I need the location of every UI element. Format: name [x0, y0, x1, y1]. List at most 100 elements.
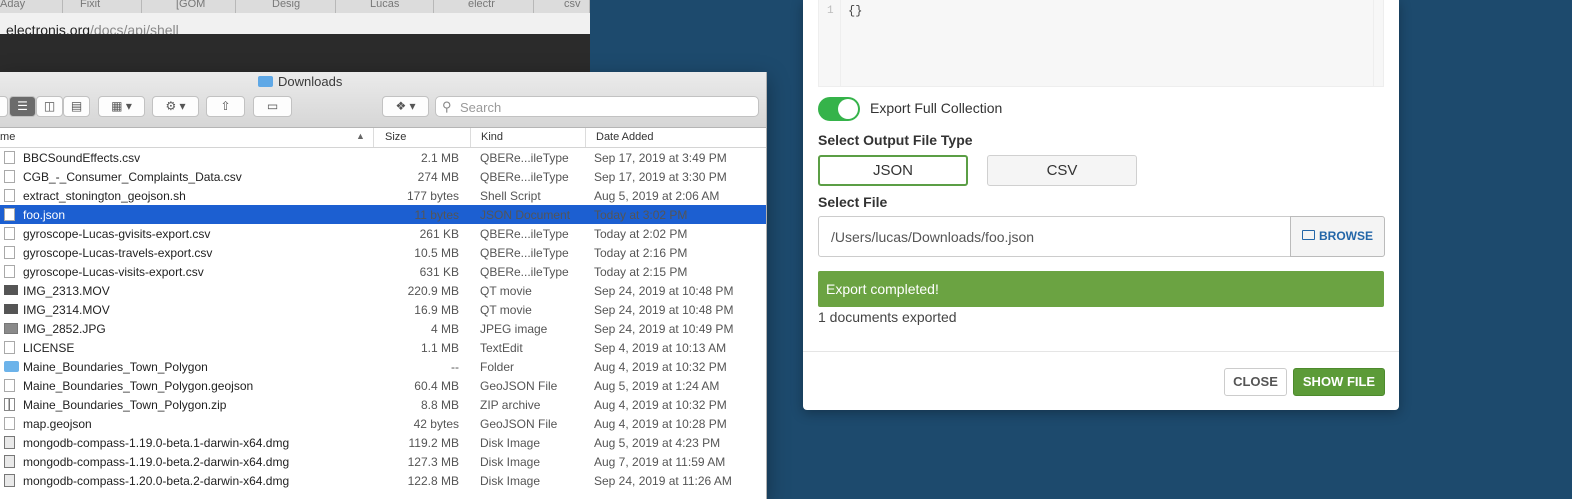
file-size: 119.2 MB — [408, 436, 459, 450]
dropbox-icon[interactable]: ❖ ▾ — [382, 96, 429, 117]
file-row[interactable]: gyroscope-Lucas-gvisits-export.csv 261 KB… — [0, 224, 766, 243]
success-banner: Export completed! — [818, 271, 1384, 307]
file-row[interactable]: gyroscope-Lucas-visits-export.csv 631 KB Q… — [0, 262, 766, 281]
icon-view-button[interactable] — [0, 96, 8, 117]
gear-icon[interactable]: ⚙ ▾ — [152, 96, 199, 117]
export-full-collection-toggle[interactable] — [818, 97, 860, 121]
browse-button[interactable]: BROWSE — [1290, 216, 1385, 257]
file-size: 2.1 MB — [420, 151, 459, 165]
group-by-button[interactable]: ▦ ▾ — [98, 96, 145, 117]
browser-tab[interactable]: Desig — [236, 0, 336, 13]
line-number: 1 — [827, 5, 834, 17]
file-kind: QBERe...ileType — [480, 170, 569, 184]
file-row[interactable]: extract_stonington_geojson.sh 177 bytes Sh… — [0, 186, 766, 205]
footer-divider — [803, 351, 1399, 352]
file-name: IMG_2313.MOV — [23, 284, 110, 298]
file-name: foo.json — [23, 208, 66, 222]
file-size: 127.3 MB — [407, 455, 459, 469]
file-name: extract_stonington_geojson.sh — [23, 189, 186, 203]
file-date-added: Today at 2:16 PM — [594, 246, 688, 260]
file-path-input[interactable]: /Users/lucas/Downloads/foo.json — [818, 216, 1292, 257]
file-size: 4 MB — [430, 322, 459, 336]
file-date-added: Today at 3:02 PM — [594, 208, 688, 222]
close-button[interactable]: CLOSE — [1224, 368, 1287, 396]
browser-tab[interactable]: [GOM — [142, 0, 236, 13]
file-name: IMG_2314.MOV — [23, 303, 110, 317]
list-view-button[interactable]: ☰ — [9, 96, 36, 117]
file-name: mongodb-compass-1.19.0-beta.1-darwin-x64… — [23, 436, 290, 450]
browser-tab[interactable]: Lucas — [336, 0, 434, 13]
column-date-added[interactable]: Date Added — [596, 131, 654, 143]
toggle-label: Export Full Collection — [870, 100, 1003, 116]
search-input[interactable] — [458, 98, 752, 117]
file-date-added: Sep 17, 2019 at 3:49 PM — [594, 151, 727, 165]
share-icon[interactable]: ⇧ — [206, 96, 245, 117]
gallery-view-button[interactable]: ▤ — [63, 96, 90, 117]
movie-icon — [4, 304, 18, 314]
movie-icon — [4, 285, 18, 295]
file-row[interactable]: BBCSoundEffects.csv 2.1 MB QBERe...ileType… — [0, 148, 766, 167]
file-kind: GeoJSON File — [480, 417, 558, 431]
browser-tab[interactable]: csv — [534, 0, 590, 13]
file-row[interactable]: map.geojson 42 bytes GeoJSON File Aug 4, 20… — [0, 414, 766, 433]
column-header: Name ▲ Size Kind Date Added — [0, 128, 766, 148]
csv-type-button[interactable]: CSV — [987, 155, 1137, 186]
sort-ascending-icon: ▲ — [356, 131, 365, 141]
file-name: mongodb-compass-1.19.0-beta.2-darwin-x64… — [23, 455, 290, 469]
file-name: Maine_Boundaries_Town_Polygon — [23, 360, 208, 374]
column-name[interactable]: Name — [0, 131, 15, 143]
show-file-button[interactable]: SHOW FILE — [1293, 368, 1385, 396]
file-row[interactable]: mongodb-compass-1.19.0-beta.2-darwin-x64… — [0, 452, 766, 471]
browser-tab[interactable]: electr — [434, 0, 534, 13]
file-name: Maine_Boundaries_Town_Polygon.zip — [23, 398, 227, 412]
file-date-added: Aug 7, 2019 at 11:59 AM — [594, 455, 726, 469]
column-size[interactable]: Size — [385, 131, 406, 143]
browser-tab[interactable]: Fixit — [62, 0, 142, 13]
browser-url-bar[interactable]: electronjs.org/docs/api/shell — [0, 13, 590, 35]
folder-icon — [4, 361, 19, 372]
file-size: 10.5 MB — [414, 246, 459, 260]
file-row[interactable]: mongodb-compass-1.20.0-beta.2-darwin-x64… — [0, 471, 766, 490]
file-date-added: Aug 5, 2019 at 1:24 AM — [594, 379, 720, 393]
file-date-added: Aug 4, 2019 at 10:32 PM — [594, 360, 727, 374]
file-row[interactable]: IMG_2313.MOV 220.9 MB QT movie Sep 24, 2019… — [0, 281, 766, 300]
document-icon — [4, 151, 15, 164]
file-name: BBCSoundEffects.csv — [23, 151, 141, 165]
editor-code[interactable]: {} — [848, 4, 862, 18]
browser-tab[interactable]: Aday — [0, 0, 63, 13]
file-size: 8.8 MB — [420, 398, 459, 412]
file-row[interactable]: IMG_2314.MOV 16.9 MB QT movie Sep 24, 2019 … — [0, 300, 766, 319]
finder-window: Downloads ☰ ◫ ▤ ▦ ▾ ⚙ ▾ ⇧ ▭ ❖ ▾ ⚲ Name ▲… — [0, 72, 767, 499]
file-size: 60.4 MB — [414, 379, 459, 393]
search-field[interactable]: ⚲ — [435, 96, 759, 117]
export-count-text: 1 documents exported — [818, 309, 957, 325]
browser-tab-strip: Aday Fixit [GOM Desig Lucas electr csv — [0, 0, 590, 13]
json-type-button[interactable]: JSON — [818, 155, 968, 186]
document-icon — [4, 208, 15, 221]
file-row[interactable]: Maine_Boundaries_Town_Polygon.geojson 60.… — [0, 376, 766, 395]
file-row[interactable]: gyroscope-Lucas-travels-export.csv 10.5 M… — [0, 243, 766, 262]
file-row[interactable]: foo.json 11 bytes JSON Document Today at 3:… — [0, 205, 766, 224]
file-size: 631 KB — [419, 265, 459, 279]
file-row[interactable]: Maine_Boundaries_Town_Polygon.zip 8.8 MB Z… — [0, 395, 766, 414]
file-date-added: Today at 2:02 PM — [594, 227, 688, 241]
file-row[interactable]: IMG_2852.JPG 4 MB JPEG image Sep 24, 2019 a… — [0, 319, 766, 338]
file-date-added: Sep 24, 2019 at 10:48 PM — [594, 303, 734, 317]
file-row[interactable]: mongodb-compass-1.19.0-beta.1-darwin-x64… — [0, 433, 766, 452]
file-date-added: Sep 24, 2019 at 11:26 AM — [594, 474, 732, 488]
query-editor[interactable]: 1 {} — [818, 0, 1384, 87]
file-name: LICENSE — [23, 341, 75, 355]
file-row[interactable]: CGB_-_Consumer_Complaints_Data.csv 274 MB… — [0, 167, 766, 186]
tag-icon[interactable]: ▭ — [253, 96, 292, 117]
background-browser-window: Aday Fixit [GOM Desig Lucas electr csv e… — [0, 0, 590, 72]
column-view-button[interactable]: ◫ — [36, 96, 63, 117]
column-kind[interactable]: Kind — [481, 131, 503, 143]
file-name: gyroscope-Lucas-gvisits-export.csv — [23, 227, 211, 241]
file-kind: QBERe...ileType — [480, 246, 569, 260]
file-row[interactable]: Maine_Boundaries_Town_Polygon -- Folder Aug… — [0, 357, 766, 376]
file-date-added: Aug 5, 2019 at 2:06 AM — [594, 189, 720, 203]
file-kind: ZIP archive — [480, 398, 541, 412]
document-icon — [4, 417, 15, 430]
file-row[interactable]: LICENSE 1.1 MB TextEdit Sep 4, 2019 at 10:1… — [0, 338, 766, 357]
file-size: 220.9 MB — [407, 284, 459, 298]
